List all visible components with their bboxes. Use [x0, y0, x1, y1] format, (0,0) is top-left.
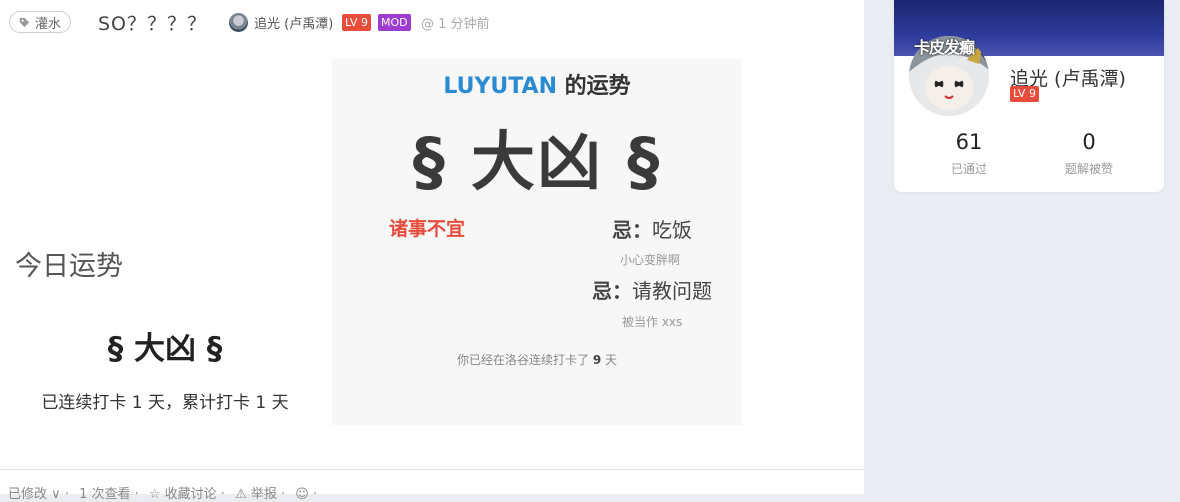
- emoji-button[interactable]: ☺ ·: [295, 487, 317, 502]
- stat-likes[interactable]: 0 题解被赞: [1034, 130, 1144, 177]
- edited-dropdown[interactable]: 已修改 ∨ ·: [8, 487, 69, 502]
- tag-icon: [19, 17, 30, 27]
- panel-avoid-1: 忌：吃饭: [612, 214, 692, 243]
- author-name[interactable]: 追光 (卢禹潭): [254, 13, 333, 32]
- banner-caption: 卡皮发癫: [914, 38, 975, 57]
- favorite-button[interactable]: ☆ 收藏讨论 ·: [149, 487, 225, 502]
- mod-badge: MOD: [378, 14, 411, 31]
- panel-title-suffix: 的运势: [556, 74, 631, 99]
- fortune-checkin-text: 已连续打卡 1 天，累计打卡 1 天: [41, 393, 289, 413]
- panel-streak-prefix: 你已经在洛谷连续打卡了: [456, 353, 593, 367]
- panel-title: LUYUTAN 的运势: [332, 68, 742, 100]
- author-avatar[interactable]: [229, 13, 248, 32]
- panel-avoid-2-label: 忌：: [592, 279, 632, 303]
- stat-passed[interactable]: 61 已通过: [914, 130, 1024, 177]
- level-badge: LV 9: [342, 14, 371, 31]
- stat-passed-value: 61: [955, 130, 983, 154]
- post-title: SO？？？？: [98, 13, 208, 35]
- panel-good-text: 诸事不宜: [389, 218, 466, 240]
- post-time: @ 1 分钟前: [421, 17, 490, 32]
- panel-streak-suffix: 天: [601, 353, 617, 367]
- stat-passed-label: 已通过: [950, 162, 987, 176]
- discussion-post-card: 灌水 SO？？？？ 追光 (卢禹潭) LV 9 MOD @ 1 分钟前 今日运势…: [0, 0, 864, 502]
- stat-likes-value: 0: [1082, 130, 1096, 154]
- fortune-image-panel: LUYUTAN 的运势 § 大凶 § 诸事不宜 忌：吃饭 小心变胖啊 忌：请教问…: [332, 59, 742, 425]
- stat-likes-label: 题解被赞: [1064, 162, 1113, 176]
- view-count: 1 次查看 ·: [79, 487, 139, 502]
- profile-level-badge: LV 9: [1010, 86, 1039, 102]
- report-button[interactable]: ⚠ 举报 ·: [235, 487, 285, 502]
- panel-avoid-1-value: 吃饭: [652, 218, 692, 242]
- panel-streak-days: 9: [592, 353, 602, 367]
- post-footer-actions: 已修改 ∨ · 1 次查看 · ☆ 收藏讨论 · ⚠ 举报 · ☺ ·: [8, 483, 323, 502]
- footer-divider: [0, 469, 864, 470]
- panel-big-result: § 大凶 §: [412, 126, 662, 200]
- fortune-result: § 大凶 §: [107, 331, 223, 367]
- panel-avoid-1-note: 小心变胖啊: [620, 253, 681, 267]
- panel-streak-text: 你已经在洛谷连续打卡了 9 天: [332, 351, 742, 368]
- user-profile-card: 卡皮发癫 追光 (卢禹潭) LV 9 61 已通过 0 题解被赞: [894, 0, 1164, 192]
- post-header: 灌水 SO？？？？ 追光 (卢禹潭) LV 9 MOD @ 1 分钟前: [0, 0, 864, 44]
- panel-avoid-2-note: 被当作 xxs: [622, 315, 683, 329]
- tag-label: 灌水: [35, 16, 62, 32]
- panel-title-user: LUYUTAN: [443, 74, 557, 99]
- panel-avoid-2: 忌：请教问题: [592, 275, 712, 304]
- panel-avoid-2-value: 请教问题: [632, 279, 712, 303]
- tag-chip[interactable]: 灌水: [9, 11, 72, 33]
- fortune-heading: 今日运势: [15, 251, 123, 282]
- panel-avoid-1-label: 忌：: [612, 218, 652, 242]
